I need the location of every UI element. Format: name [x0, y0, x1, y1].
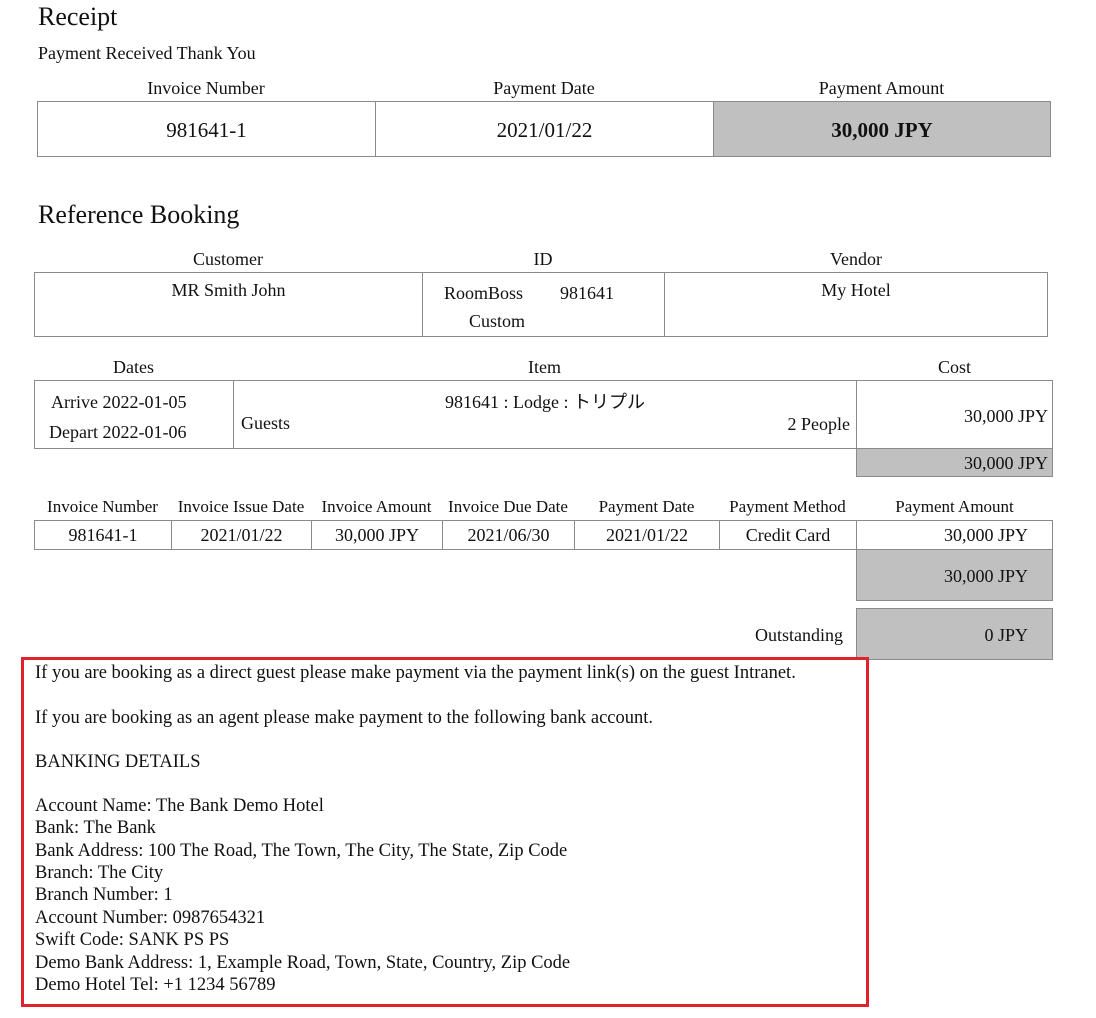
- receipt-amount-cell: 30,000 JPY: [713, 101, 1051, 157]
- id-type: Custom: [469, 311, 526, 331]
- header-invoice-number: Invoice Number: [147, 78, 265, 98]
- inv-header-payment-amount: Payment Amount: [895, 497, 1014, 516]
- inv-cell-payment-method: Credit Card: [719, 520, 857, 550]
- header-id: ID: [533, 249, 553, 269]
- inv-cell-number: 981641-1: [34, 520, 172, 550]
- inv-payment-amount: 30,000 JPY: [943, 525, 1028, 545]
- outstanding-label: Outstanding: [755, 625, 843, 645]
- inv-number: 981641-1: [68, 525, 138, 545]
- inv-cell-issue-date: 2021/01/22: [171, 520, 312, 550]
- agent-note: If you are booking as an agent please ma…: [35, 708, 654, 728]
- header-vendor: Vendor: [830, 249, 882, 269]
- receipt-subtitle: Payment Received Thank You: [38, 43, 256, 63]
- arrive-date: Arrive 2022-01-05: [51, 392, 187, 412]
- banking-details-title: BANKING DETAILS: [35, 752, 201, 772]
- inv-cell-amount: 30,000 JPY: [311, 520, 443, 550]
- inv-total: 30,000 JPY: [943, 566, 1028, 586]
- payment-instructions-box: If you are booking as a direct guest ple…: [21, 657, 869, 1007]
- inv-payment-method: Credit Card: [745, 525, 831, 545]
- dates-cell: Arrive 2022-01-05 Depart 2022-01-06: [34, 380, 234, 449]
- id-cell: RoomBoss 981641 Custom: [422, 272, 665, 337]
- inv-cell-due-date: 2021/06/30: [442, 520, 575, 550]
- depart-date: Depart 2022-01-06: [49, 422, 187, 442]
- header-cost: Cost: [937, 357, 971, 377]
- item-title: 981641 : Lodge : トリプル: [445, 392, 645, 412]
- inv-payment-date: 2021/01/22: [605, 525, 688, 545]
- direct-guest-note: If you are booking as a direct guest ple…: [35, 663, 796, 683]
- inv-amount: 30,000 JPY: [334, 525, 419, 545]
- item-cost-total: 30,000 JPY: [963, 453, 1048, 473]
- customer-cell: MR Smith John: [34, 272, 423, 337]
- bank-name: Bank: The Bank: [35, 818, 156, 838]
- inv-header-payment-date: Payment Date: [598, 497, 695, 516]
- receipt-invoice-cell: 981641-1: [37, 101, 376, 157]
- branch-number: Branch Number: 1: [35, 885, 173, 905]
- header-payment-amount: Payment Amount: [818, 78, 945, 98]
- id-source: RoomBoss: [444, 283, 524, 303]
- receipt-title: Receipt: [38, 2, 118, 31]
- inv-header-issue-date: Invoice Issue Date: [177, 497, 305, 516]
- branch: Branch: The City: [35, 863, 164, 883]
- item-cell: 981641 : Lodge : トリプル Guests 2 People: [233, 380, 857, 449]
- receipt-payment-amount: 30,000 JPY: [831, 118, 933, 142]
- inv-header-payment-method: Payment Method: [729, 497, 846, 516]
- demo-bank-address: Demo Bank Address: 1, Example Road, Town…: [35, 953, 571, 973]
- inv-due-date: 2021/06/30: [467, 525, 550, 545]
- cost-total-cell: 30,000 JPY: [856, 448, 1053, 477]
- guests-value: 2 People: [787, 414, 851, 434]
- inv-issue-date: 2021/01/22: [200, 525, 283, 545]
- customer-name: MR Smith John: [171, 280, 286, 300]
- guests-label: Guests: [241, 413, 290, 433]
- header-dates: Dates: [113, 357, 154, 377]
- outstanding-value: 0 JPY: [984, 625, 1028, 645]
- bank-address: Bank Address: 100 The Road, The Town, Th…: [35, 841, 568, 861]
- reference-title: Reference Booking: [38, 200, 240, 229]
- id-number: 981641: [560, 283, 614, 303]
- inv-cell-payment-amount: 30,000 JPY: [856, 520, 1053, 550]
- inv-header-number: Invoice Number: [47, 497, 158, 516]
- receipt-invoice-number: 981641-1: [166, 118, 247, 142]
- inv-cell-payment-date: 2021/01/22: [574, 520, 720, 550]
- cost-cell: 30,000 JPY: [856, 380, 1053, 449]
- receipt-date-cell: 2021/01/22: [375, 101, 714, 157]
- item-cost: 30,000 JPY: [963, 406, 1048, 426]
- account-number: Account Number: 0987654321: [35, 908, 266, 928]
- inv-total-cell: 30,000 JPY: [856, 549, 1053, 601]
- vendor-cell: My Hotel: [664, 272, 1048, 337]
- header-customer: Customer: [193, 249, 263, 269]
- swift-code: Swift Code: SANK PS PS: [35, 930, 230, 950]
- outstanding-cell: 0 JPY: [856, 608, 1053, 660]
- inv-header-amount: Invoice Amount: [321, 497, 432, 516]
- vendor-name: My Hotel: [821, 280, 891, 300]
- header-payment-date: Payment Date: [493, 78, 595, 98]
- receipt-payment-date: 2021/01/22: [496, 118, 593, 142]
- account-name: Account Name: The Bank Demo Hotel: [35, 796, 324, 816]
- inv-header-due-date: Invoice Due Date: [448, 497, 568, 516]
- header-item: Item: [528, 357, 561, 377]
- demo-hotel-tel: Demo Hotel Tel: +1 1234 56789: [35, 975, 276, 995]
